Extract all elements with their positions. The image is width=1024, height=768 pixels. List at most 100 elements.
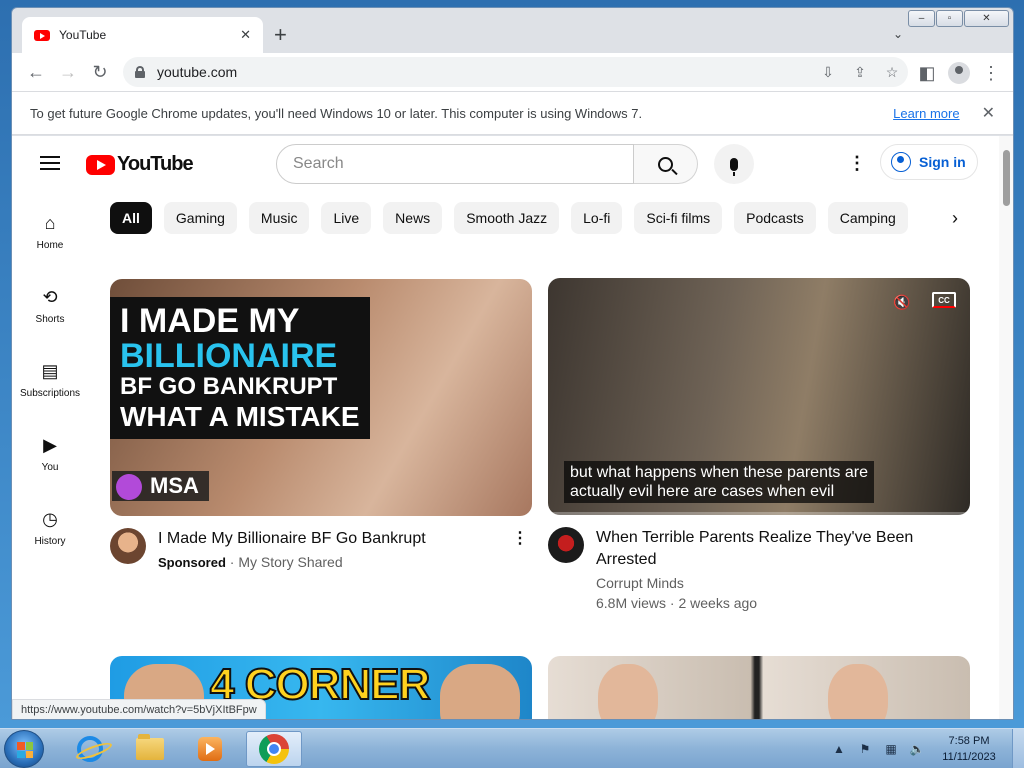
taskbar-media-player[interactable] bbox=[182, 731, 238, 767]
sidebar-item-shorts[interactable]: ⟲ Shorts bbox=[12, 280, 88, 354]
profile-button[interactable] bbox=[943, 57, 975, 89]
sidebar-item-label: History bbox=[34, 536, 66, 547]
hamburger-menu-icon[interactable] bbox=[40, 156, 60, 170]
taskbar-internet-explorer[interactable] bbox=[62, 731, 118, 767]
preview-progress-bar[interactable] bbox=[548, 512, 970, 515]
install-app-icon[interactable]: ⇩ bbox=[812, 64, 844, 81]
side-panel-icon[interactable]: ◧ bbox=[911, 57, 943, 89]
thumbnail-text: I MADE MY BILLIONAIRE BF GO BANKRUPT WHA… bbox=[110, 297, 370, 439]
chevron-right-icon[interactable]: › bbox=[952, 208, 958, 229]
video-card[interactable]: I MADE MY BILLIONAIRE BF GO BANKRUPT WHA… bbox=[110, 279, 532, 573]
chip-scifi-films[interactable]: Sci-fi films bbox=[634, 202, 723, 234]
search-input[interactable]: Search bbox=[276, 144, 634, 184]
chip-music[interactable]: Music bbox=[248, 202, 310, 234]
chip-lofi[interactable]: Lo-fi bbox=[571, 202, 623, 234]
page-scrollbar[interactable] bbox=[999, 136, 1013, 719]
share-icon[interactable]: ⇪ bbox=[844, 64, 876, 81]
more-actions-icon[interactable]: ⋮ bbox=[508, 528, 532, 573]
network-icon[interactable]: ▦ bbox=[882, 740, 900, 758]
channel-avatar[interactable] bbox=[110, 528, 146, 564]
show-desktop-button[interactable] bbox=[1012, 729, 1024, 768]
video-card[interactable] bbox=[548, 656, 970, 719]
chip-news[interactable]: News bbox=[383, 202, 443, 234]
browser-toolbar: ← → ↻ youtube.com ⇩ ⇪ ☆ ◧ ⋮ bbox=[12, 53, 1013, 91]
account-icon bbox=[891, 152, 911, 172]
video-thumbnail[interactable] bbox=[548, 656, 970, 719]
caption-line: but what happens when these parents are bbox=[570, 464, 868, 481]
chrome-icon bbox=[259, 734, 289, 764]
close-window-button[interactable]: ✕ bbox=[964, 10, 1009, 27]
thumbnail-face bbox=[828, 664, 888, 719]
thumbnail-face bbox=[598, 664, 658, 719]
bookmark-star-icon[interactable]: ☆ bbox=[876, 64, 908, 81]
start-button[interactable] bbox=[4, 730, 44, 768]
tab-strip: YouTube ✕ + ⌄ – ▫ ✕ bbox=[12, 8, 1013, 53]
settings-menu-icon[interactable]: ⋮ bbox=[848, 154, 866, 172]
maximize-button[interactable]: ▫ bbox=[936, 10, 963, 27]
channel-avatar[interactable] bbox=[548, 527, 584, 563]
new-tab-button[interactable]: + bbox=[274, 24, 287, 46]
video-thumbnail[interactable]: I MADE MY BILLIONAIRE BF GO BANKRUPT WHA… bbox=[110, 279, 532, 516]
sidebar-item-history[interactable]: ◷ History bbox=[12, 502, 88, 576]
chrome-menu-icon[interactable]: ⋮ bbox=[975, 57, 1007, 89]
category-chips: All Gaming Music Live News Smooth Jazz L… bbox=[110, 202, 908, 234]
taskbar-file-explorer[interactable] bbox=[122, 731, 178, 767]
profile-avatar-icon bbox=[948, 62, 970, 84]
sign-in-button[interactable]: Sign in bbox=[880, 144, 978, 180]
chip-podcasts[interactable]: Podcasts bbox=[734, 202, 816, 234]
channel-name[interactable]: My Story Shared bbox=[238, 554, 342, 570]
upload-age: 2 weeks ago bbox=[678, 595, 758, 611]
voice-search-button[interactable] bbox=[714, 144, 754, 184]
chip-smooth-jazz[interactable]: Smooth Jazz bbox=[454, 202, 560, 234]
action-center-icon[interactable]: ⚑ bbox=[856, 740, 874, 758]
mute-icon[interactable]: 🔇 bbox=[886, 292, 918, 312]
youtube-logo[interactable]: YouTube bbox=[86, 153, 194, 176]
shorts-icon: ⟲ bbox=[42, 286, 58, 307]
youtube-play-icon bbox=[86, 154, 115, 175]
sponsored-badge: Sponsored bbox=[158, 555, 226, 570]
captions-button[interactable]: CC bbox=[932, 292, 956, 308]
clock-time: 7:58 PM bbox=[948, 735, 990, 747]
sidebar-item-you[interactable]: ▶ You bbox=[12, 428, 88, 502]
tab-search-button[interactable]: ⌄ bbox=[893, 27, 903, 41]
chip-gaming[interactable]: Gaming bbox=[163, 202, 237, 234]
clock[interactable]: 7:58 PM 11/11/2023 bbox=[934, 733, 1004, 765]
search-button[interactable] bbox=[634, 144, 698, 184]
taskbar: ▲ ⚑ ▦ 🔈 7:58 PM 11/11/2023 bbox=[0, 728, 1024, 768]
taskbar-chrome[interactable] bbox=[246, 731, 302, 767]
scrollbar-thumb[interactable] bbox=[1003, 150, 1010, 206]
sidebar-item-home[interactable]: ⌂ Home bbox=[12, 206, 88, 280]
back-icon[interactable]: ← bbox=[20, 56, 52, 88]
tab-youtube[interactable]: YouTube ✕ bbox=[22, 17, 263, 53]
url-text[interactable]: youtube.com bbox=[157, 64, 812, 80]
volume-muted-icon[interactable]: 🔈 bbox=[908, 740, 926, 758]
minimize-button[interactable]: – bbox=[908, 10, 935, 27]
system-tray: ▲ ⚑ ▦ 🔈 7:58 PM 11/11/2023 bbox=[826, 729, 1024, 768]
brand-text: MSA bbox=[150, 473, 199, 498]
learn-more-link[interactable]: Learn more bbox=[893, 106, 959, 121]
video-title[interactable]: When Terrible Parents Realize They've Be… bbox=[596, 527, 970, 571]
tab-close-icon[interactable]: ✕ bbox=[240, 27, 251, 43]
clock-date: 11/11/2023 bbox=[942, 751, 996, 763]
forward-icon[interactable]: → bbox=[52, 56, 84, 88]
history-icon: ◷ bbox=[42, 508, 58, 529]
chip-all[interactable]: All bbox=[110, 202, 152, 234]
caption-line: actually evil here are cases when evil bbox=[570, 483, 835, 500]
reload-icon[interactable]: ↻ bbox=[84, 56, 116, 88]
video-card[interactable]: 🔇 CC but what happens when these parents… bbox=[548, 278, 970, 613]
show-hidden-icons-icon[interactable]: ▲ bbox=[830, 740, 848, 758]
infobar-close-icon[interactable]: ✕ bbox=[982, 103, 995, 123]
guide-sidebar: ⌂ Home ⟲ Shorts ▤ Subscriptions ▶ You ◷ … bbox=[12, 206, 88, 576]
lock-icon[interactable] bbox=[135, 66, 145, 78]
video-title[interactable]: I Made My Billionaire BF Go Bankrupt bbox=[158, 528, 508, 550]
title-line: Arrested bbox=[596, 551, 657, 568]
address-bar[interactable]: youtube.com ⇩ ⇪ ☆ bbox=[123, 57, 908, 87]
chip-camping[interactable]: Camping bbox=[827, 202, 908, 234]
channel-name[interactable]: Corrupt Minds bbox=[596, 573, 970, 593]
search-icon bbox=[658, 156, 673, 172]
video-thumbnail[interactable]: 🔇 CC but what happens when these parents… bbox=[548, 278, 970, 515]
subscriptions-icon: ▤ bbox=[41, 360, 59, 381]
sidebar-item-subscriptions[interactable]: ▤ Subscriptions bbox=[12, 354, 88, 428]
chip-live[interactable]: Live bbox=[321, 202, 372, 234]
status-bubble: https://www.youtube.com/watch?v=5bVjXItB… bbox=[12, 699, 266, 719]
